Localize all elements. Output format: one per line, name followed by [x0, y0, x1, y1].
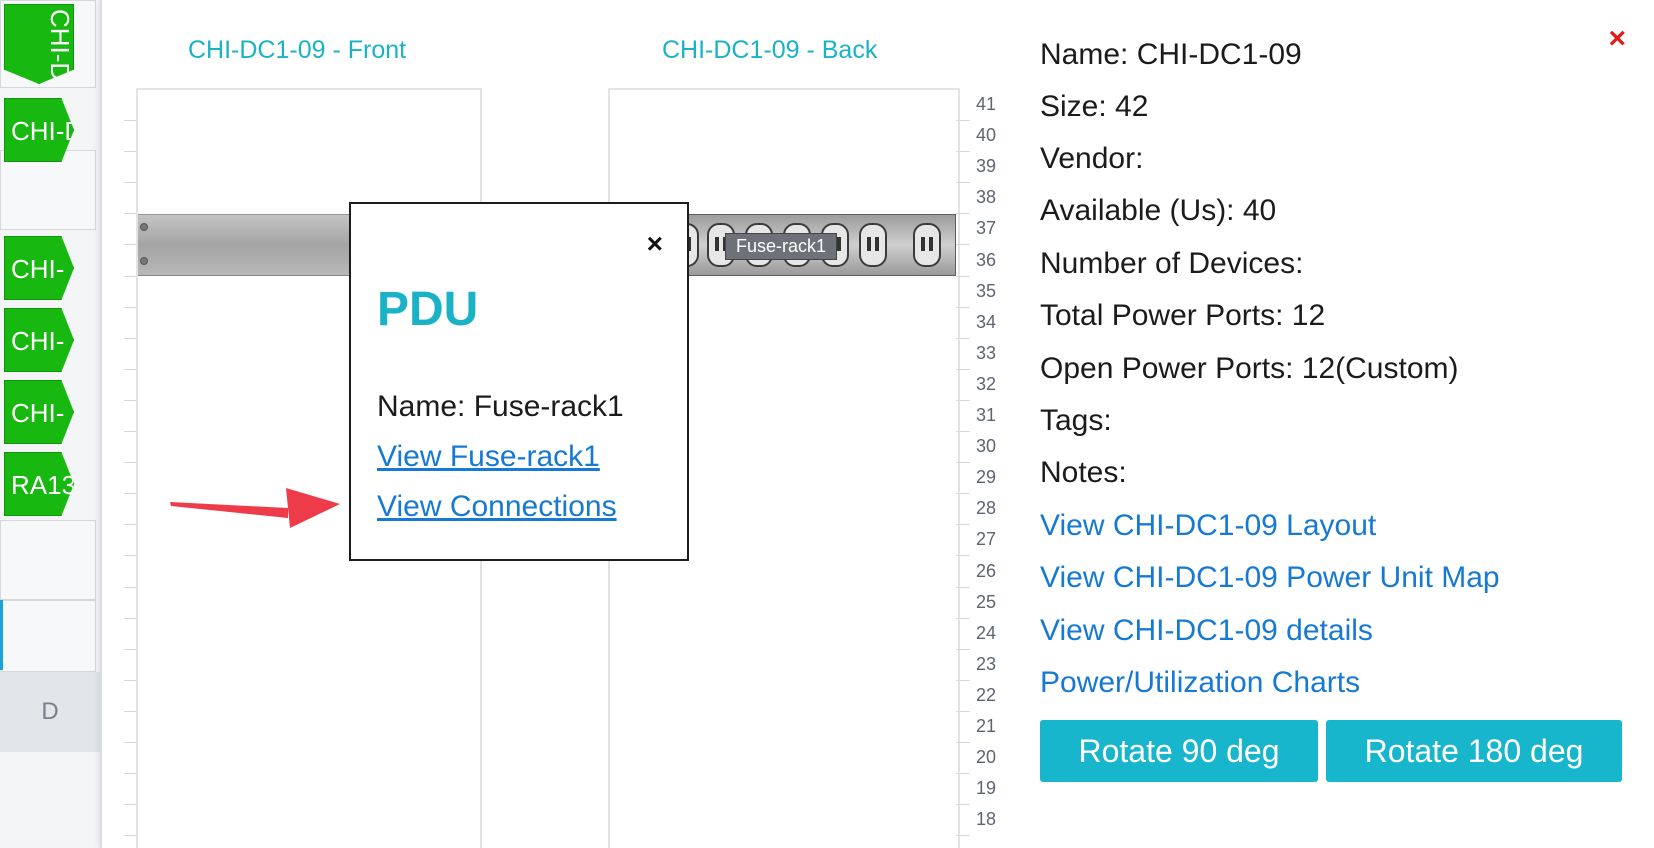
rack-unit-number: 40	[976, 125, 997, 146]
rack-unit-number: 28	[976, 498, 997, 519]
info-size: Size: 42	[1040, 90, 1149, 123]
outlet-icon	[859, 223, 887, 267]
popover-device-name: Name: Fuse-rack1	[377, 390, 624, 423]
rack-unit-tick	[956, 244, 970, 246]
rack-unit-tick	[956, 399, 970, 401]
rack-unit-number: 18	[976, 809, 997, 830]
grid-cell	[0, 600, 96, 672]
view-connections-link[interactable]: View Connections	[377, 490, 617, 524]
rack-unit-tick	[956, 275, 970, 277]
info-number-of-devices: Number of Devices:	[1040, 247, 1304, 280]
view-layout-link[interactable]: View CHI-DC1-09 Layout	[1040, 509, 1376, 543]
info-name: Name: CHI-DC1-09	[1040, 38, 1302, 71]
rack-unit-tick	[956, 213, 970, 215]
info-vendor: Vendor:	[1040, 142, 1144, 175]
rack-unit-tick	[956, 337, 970, 339]
rack-unit-tick	[956, 306, 970, 308]
rack-unit-tick	[956, 368, 970, 370]
rack-unit-tick	[956, 742, 970, 743]
arrow-icon	[170, 488, 340, 528]
rack-unit-tick	[956, 679, 970, 681]
rack-unit-number: 33	[976, 342, 997, 363]
rack-unit-number: 21	[976, 716, 997, 736]
rack-unit-tick	[956, 120, 970, 121]
rack-unit-number: 29	[976, 467, 997, 488]
rack-unit-number: 32	[976, 373, 997, 394]
rack-tag[interactable]: RA13	[4, 452, 74, 516]
info-tags: Tags:	[1040, 404, 1112, 437]
rack-unit-tick	[956, 431, 970, 432]
rack-unit-number: 19	[976, 778, 997, 799]
rotate-90-button[interactable]: Rotate 90 deg	[1040, 720, 1318, 782]
rack-unit-number: 38	[976, 187, 997, 208]
rack-unit-tick	[956, 151, 970, 153]
rack-unit-number: 27	[976, 529, 997, 550]
rack-tag[interactable]: CHI-	[4, 308, 74, 372]
rack-unit-number: 31	[976, 405, 997, 425]
rack-unit-number: 24	[976, 622, 997, 643]
rack-unit-number: 34	[976, 311, 997, 332]
rack-tag[interactable]: CHI-D	[4, 98, 74, 162]
rack-unit-number: 22	[976, 684, 997, 705]
rack-unit-tick	[956, 648, 970, 650]
rack-unit-number: 37	[976, 218, 997, 239]
rack-unit-tick	[956, 617, 970, 619]
rack-front-title: CHI-DC1-09 - Front	[188, 36, 407, 64]
info-open-power-ports: Open Power Ports: 12(Custom)	[1040, 352, 1459, 385]
rack-unit-number: 36	[976, 249, 997, 270]
close-icon[interactable]: ×	[647, 228, 663, 260]
rack-unit-number: 30	[976, 436, 997, 457]
info-total-power-ports: Total Power Ports: 12	[1040, 299, 1326, 332]
view-details-link[interactable]: View CHI-DC1-09 details	[1040, 614, 1373, 648]
rack-unit-number: 39	[976, 156, 997, 177]
selection-edge	[0, 600, 3, 670]
info-available: Available (Us): 40	[1040, 194, 1277, 227]
rack-back-title: CHI-DC1-09 - Back	[662, 36, 878, 64]
rotate-180-button[interactable]: Rotate 180 deg	[1326, 720, 1622, 782]
info-notes: Notes:	[1040, 456, 1127, 489]
rack-unit-tick	[956, 586, 970, 588]
rack-unit-number: 25	[976, 591, 997, 612]
screw-icon	[140, 257, 148, 265]
screen: CHI-D CHI-D CHI- CHI- CHI- RA13 D × CHI-…	[0, 0, 1654, 848]
rack-unit-tick	[956, 555, 970, 557]
rack-unit-number: 26	[976, 560, 997, 581]
left-footer-label: D	[0, 672, 100, 752]
rack-unit-tick	[956, 804, 970, 806]
power-utilization-charts-link[interactable]: Power/Utilization Charts	[1040, 666, 1360, 700]
back-rack-ticks	[956, 88, 970, 848]
rack-unit-number: 20	[976, 747, 997, 768]
rack-list-strip: CHI-D CHI-D CHI- CHI- CHI- RA13 D	[0, 0, 100, 848]
rack-unit-tick	[956, 524, 970, 526]
device-label: Fuse-rack1	[725, 233, 838, 260]
outlet-icon	[913, 223, 941, 267]
back-device-pdu[interactable]: Fuse-rack1	[680, 214, 956, 276]
grid-cell	[0, 150, 96, 230]
popover-title: PDU	[377, 283, 479, 336]
rack-tag[interactable]: CHI-D	[4, 4, 74, 84]
screw-icon	[140, 223, 148, 231]
view-power-unit-map-link[interactable]: View CHI-DC1-09 Power Unit Map	[1040, 561, 1500, 595]
view-device-link[interactable]: View Fuse-rack1	[377, 440, 600, 474]
grid-cell	[0, 520, 96, 600]
close-icon[interactable]: ×	[1608, 22, 1626, 56]
rack-unit-number: 35	[976, 280, 997, 301]
rack-unit-tick	[956, 182, 970, 184]
rack-tag[interactable]: CHI-	[4, 236, 74, 300]
device-popover: × PDU Name: Fuse-rack1 View Fuse-rack1 V…	[349, 202, 689, 561]
rack-unit-tick	[956, 493, 970, 495]
rack-tag[interactable]: CHI-	[4, 380, 74, 444]
rack-unit-number: 23	[976, 653, 997, 674]
rack-unit-number: 41	[976, 94, 997, 114]
rack-unit-tick	[956, 462, 970, 464]
rack-unit-tick	[956, 710, 970, 712]
rack-unit-tick	[956, 835, 970, 837]
rack-unit-tick	[956, 773, 970, 775]
